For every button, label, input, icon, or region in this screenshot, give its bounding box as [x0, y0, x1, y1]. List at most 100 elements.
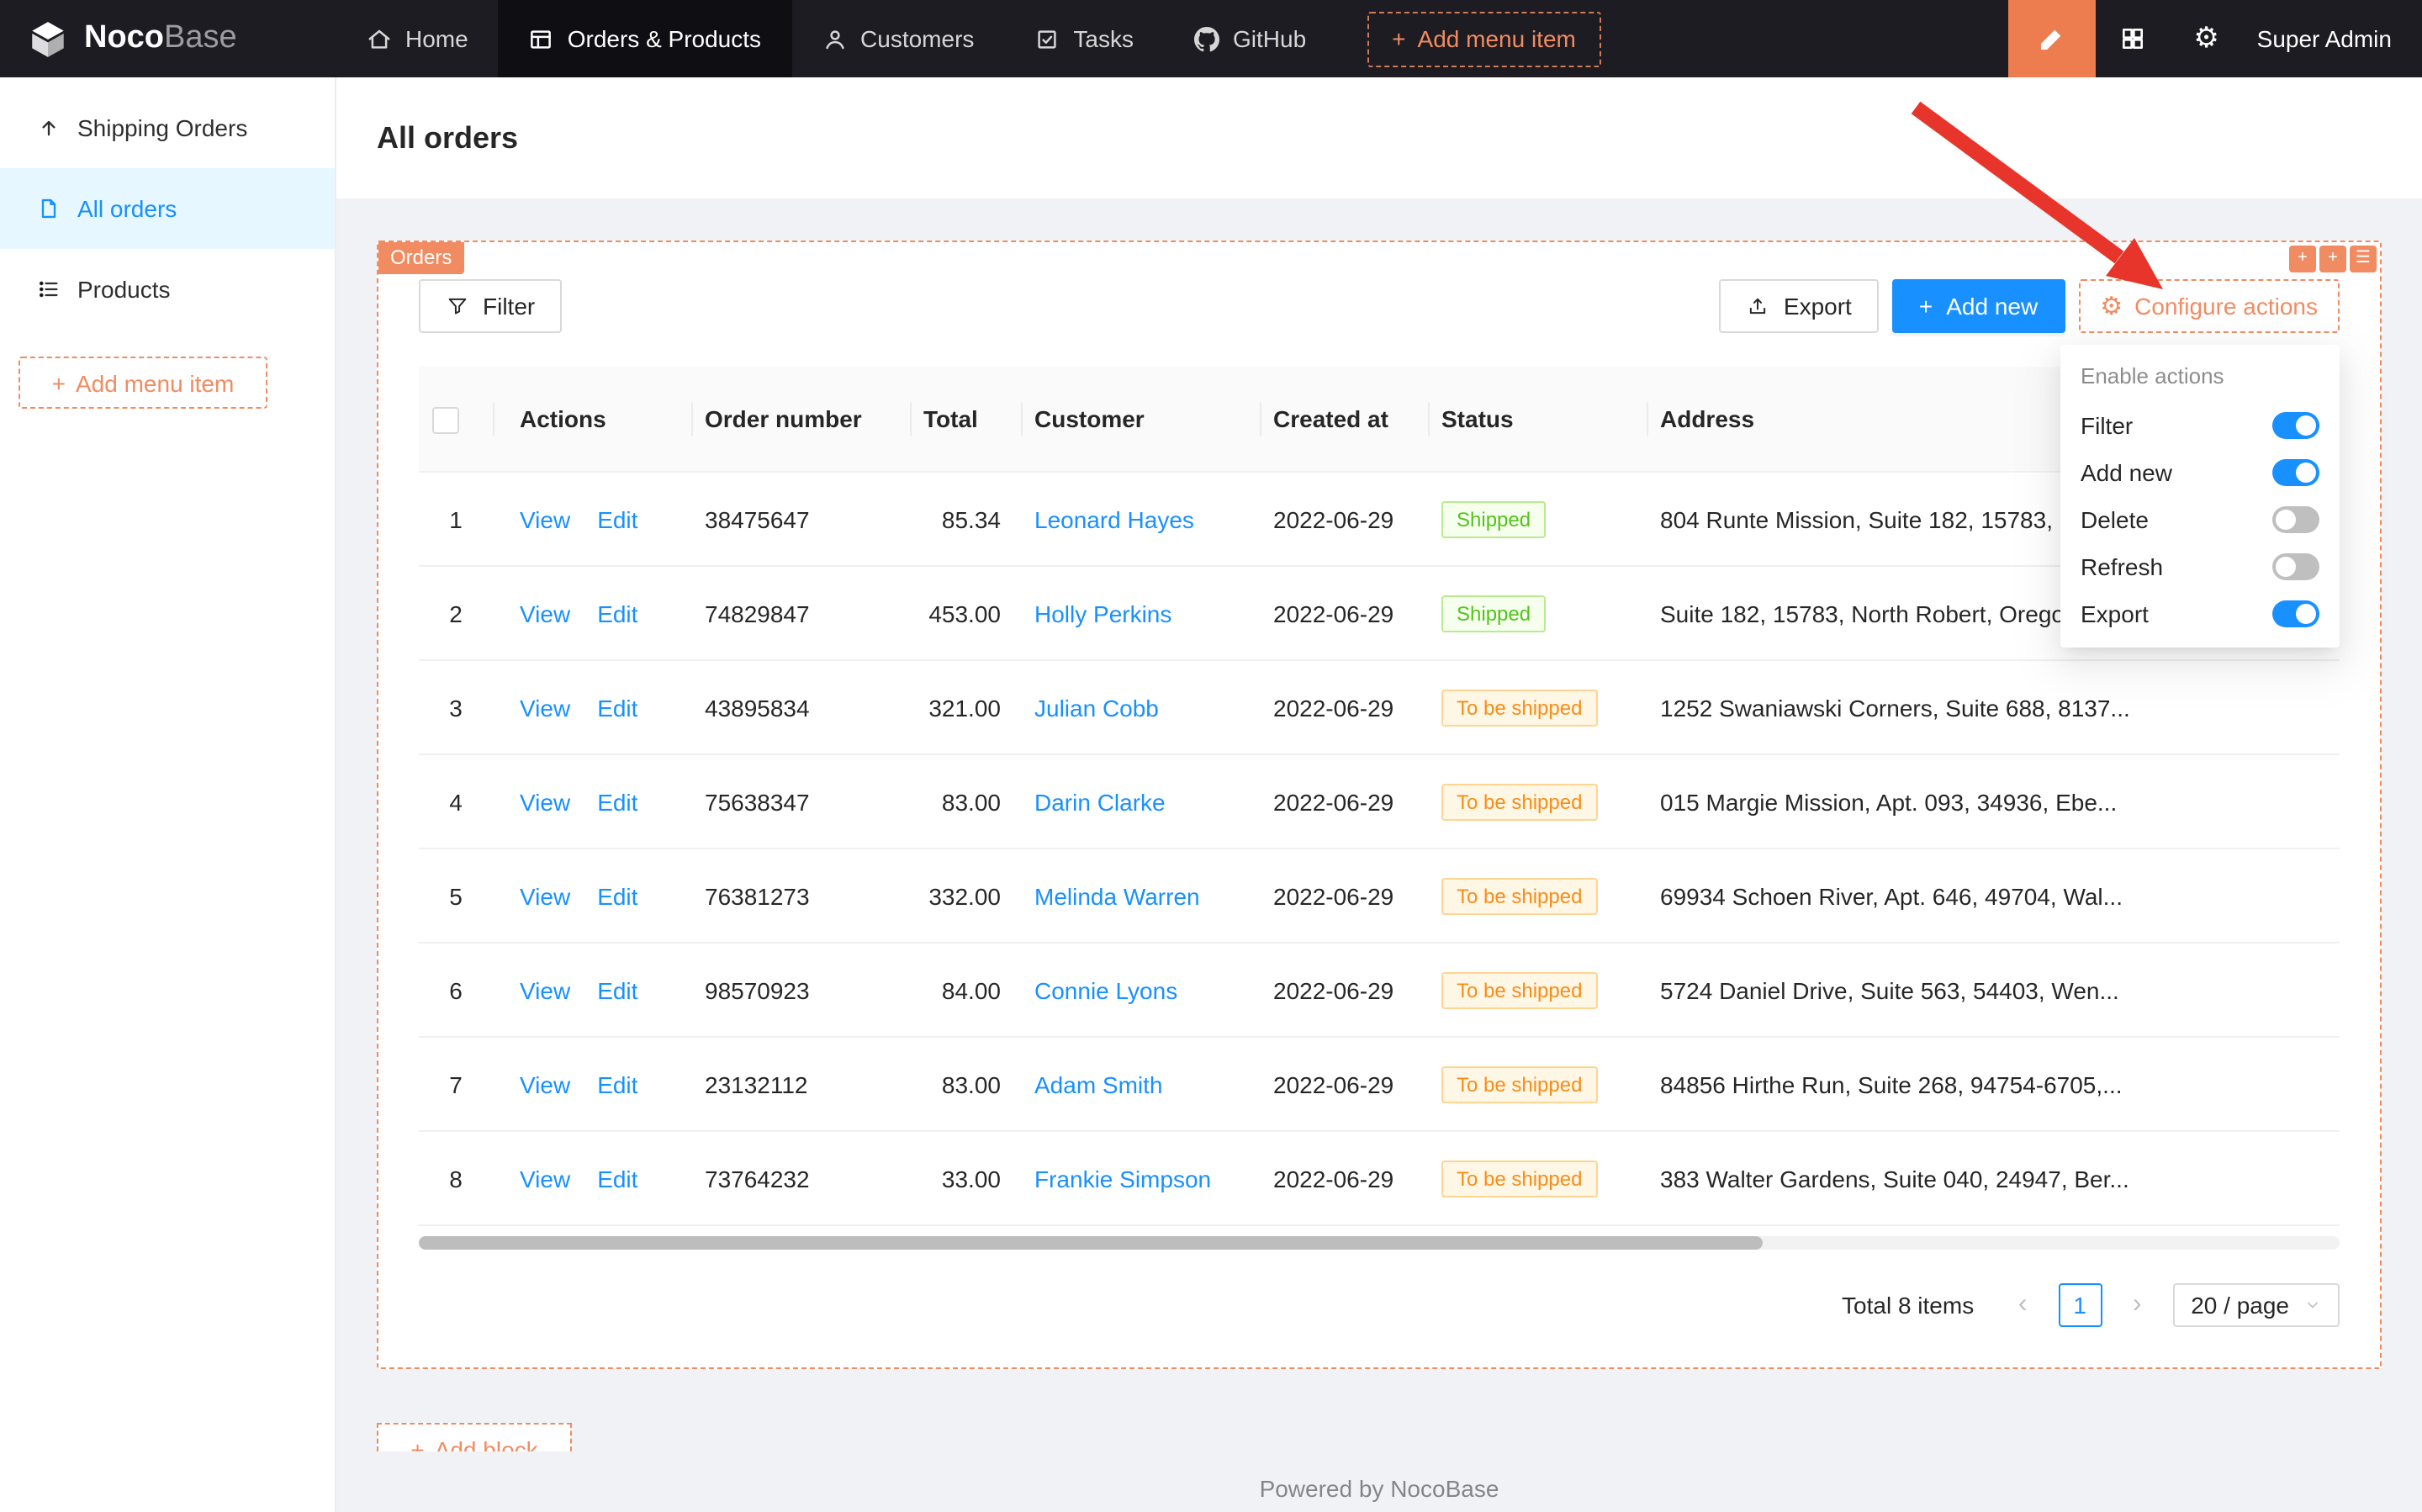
add-new-toggle[interactable]	[2272, 459, 2319, 486]
filter-toggle[interactable]	[2272, 412, 2319, 439]
cell-created-at: 2022-06-29	[1260, 660, 1428, 754]
row-index: 7	[419, 1037, 493, 1131]
select-all-checkbox[interactable]	[432, 408, 459, 435]
nav-item-orders-products[interactable]: Orders & Products	[499, 0, 791, 77]
page-size-value: 20 / page	[2191, 1292, 2289, 1319]
status-badge: To be shipped	[1441, 1066, 1597, 1103]
view-link[interactable]: View	[520, 1165, 570, 1192]
cell-created-at: 2022-06-29	[1260, 1037, 1428, 1131]
customer-link[interactable]: Connie Lyons	[1034, 976, 1177, 1003]
table-toolbar: Filter Export + Add new ⚙ Co	[419, 279, 2340, 333]
customer-link[interactable]: Leonard Hayes	[1034, 505, 1194, 532]
sidebar-item-all-orders[interactable]: All orders	[0, 168, 335, 249]
customer-link[interactable]: Holly Perkins	[1034, 600, 1171, 626]
customer-link[interactable]: Adam Smith	[1034, 1071, 1163, 1097]
cell-created-at: 2022-06-29	[1260, 754, 1428, 849]
configure-actions-button[interactable]: ⚙ Configure actions	[2078, 279, 2340, 333]
settings-button[interactable]: ⚙	[2170, 0, 2244, 77]
highlighter-pen-icon	[2038, 24, 2066, 53]
edit-link[interactable]: Edit	[597, 1071, 637, 1097]
status-badge: To be shipped	[1441, 784, 1597, 821]
page-content: Orders + + ☰ Filter Export	[336, 198, 2422, 1512]
customer-link[interactable]: Melinda Warren	[1034, 882, 1200, 909]
dropdown-item-label: Refresh	[2081, 553, 2163, 580]
cell-total: 332.00	[910, 849, 1021, 943]
add-new-button[interactable]: + Add new	[1892, 279, 2065, 333]
view-link[interactable]: View	[520, 505, 570, 532]
plugin-manager-button[interactable]	[2096, 0, 2170, 77]
ui-editor-button[interactable]	[2008, 0, 2096, 77]
cell-created-at: 2022-06-29	[1260, 849, 1428, 943]
edit-link[interactable]: Edit	[597, 694, 637, 721]
row-index: 6	[419, 943, 493, 1037]
cell-total: 83.00	[910, 1037, 1021, 1131]
status-badge: To be shipped	[1441, 878, 1597, 915]
nav-item-label: Orders & Products	[568, 25, 761, 52]
row-index: 2	[419, 566, 493, 660]
refresh-toggle[interactable]	[2272, 553, 2319, 580]
cell-created-at: 2022-06-29	[1260, 472, 1428, 566]
app-window: NocoBase Home Orders & Products Customer…	[0, 0, 2422, 1512]
customer-link[interactable]: Frankie Simpson	[1034, 1165, 1211, 1192]
view-link[interactable]: View	[520, 788, 570, 815]
nav-item-github[interactable]: GitHub	[1164, 0, 1336, 77]
sidebar-add-menu-item-button[interactable]: + Add menu item	[19, 357, 267, 409]
filter-button[interactable]: Filter	[419, 279, 562, 333]
add-block-button[interactable]: + Add block	[377, 1423, 572, 1451]
nav-item-home[interactable]: Home	[336, 0, 499, 77]
view-link[interactable]: View	[520, 1071, 570, 1097]
view-link[interactable]: View	[520, 600, 570, 626]
add-block-label: Add block	[435, 1425, 538, 1451]
horizontal-scrollbar-thumb[interactable]	[419, 1236, 1764, 1250]
filter-funnel-icon	[446, 294, 469, 318]
cell-total: 321.00	[910, 660, 1021, 754]
plus-icon: +	[410, 1425, 424, 1451]
edit-link[interactable]: Edit	[597, 788, 637, 815]
brand-logo[interactable]: NocoBase	[0, 18, 336, 60]
table-row: 6 ViewEdit 98570923 84.00 Connie Lyons 2…	[419, 943, 2340, 1037]
arrow-up-icon	[37, 116, 61, 140]
nav-item-tasks[interactable]: Tasks	[1004, 0, 1164, 77]
edit-link[interactable]: Edit	[597, 976, 637, 1003]
brand-name: NocoBase	[84, 20, 237, 57]
row-index: 3	[419, 660, 493, 754]
add-action-button[interactable]: +	[2319, 246, 2346, 272]
edit-link[interactable]: Edit	[597, 1165, 637, 1192]
page-1-button[interactable]: 1	[2058, 1283, 2102, 1327]
view-link[interactable]: View	[520, 976, 570, 1003]
enable-action-export[interactable]: Export	[2060, 590, 2340, 637]
sidebar-item-products[interactable]: Products	[0, 249, 335, 330]
block-menu-button[interactable]: ☰	[2350, 246, 2377, 272]
export-toggle[interactable]	[2272, 600, 2319, 627]
enable-action-refresh[interactable]: Refresh	[2060, 543, 2340, 590]
user-menu[interactable]: Super Admin	[2244, 25, 2422, 52]
prev-page-button[interactable]: ‹	[2001, 1283, 2044, 1327]
enable-action-add-new[interactable]: Add new	[2060, 449, 2340, 496]
main-area: All orders Orders + + ☰ Filter	[336, 77, 2422, 1512]
enable-action-delete[interactable]: Delete	[2060, 496, 2340, 543]
edit-link[interactable]: Edit	[597, 882, 637, 909]
table-row: 1 ViewEdit 38475647 85.34 Leonard Hayes …	[419, 472, 2340, 566]
add-column-button[interactable]: +	[2289, 246, 2316, 272]
dropdown-item-label: Filter	[2081, 412, 2133, 439]
dropdown-title: Enable actions	[2060, 355, 2340, 402]
cell-order-number: 75638347	[691, 754, 910, 849]
chevron-down-icon	[2304, 1297, 2321, 1314]
next-page-button[interactable]: ›	[2115, 1283, 2159, 1327]
enable-action-filter[interactable]: Filter	[2060, 402, 2340, 449]
export-button[interactable]: Export	[1720, 279, 1879, 333]
page-size-select[interactable]: 20 / page	[2172, 1283, 2340, 1327]
customer-link[interactable]: Darin Clarke	[1034, 788, 1166, 815]
edit-link[interactable]: Edit	[597, 505, 637, 532]
header-status: Status	[1428, 367, 1647, 472]
edit-link[interactable]: Edit	[597, 600, 637, 626]
sidebar-item-shipping-orders[interactable]: Shipping Orders	[0, 87, 335, 168]
view-link[interactable]: View	[520, 882, 570, 909]
delete-toggle[interactable]	[2272, 506, 2319, 533]
customer-link[interactable]: Julian Cobb	[1034, 694, 1159, 721]
nav-item-customers[interactable]: Customers	[791, 0, 1004, 77]
view-link[interactable]: View	[520, 694, 570, 721]
nav-add-menu-item-button[interactable]: + Add menu item	[1367, 11, 1601, 66]
cell-created-at: 2022-06-29	[1260, 1131, 1428, 1225]
header-order-number: Order number	[691, 367, 910, 472]
